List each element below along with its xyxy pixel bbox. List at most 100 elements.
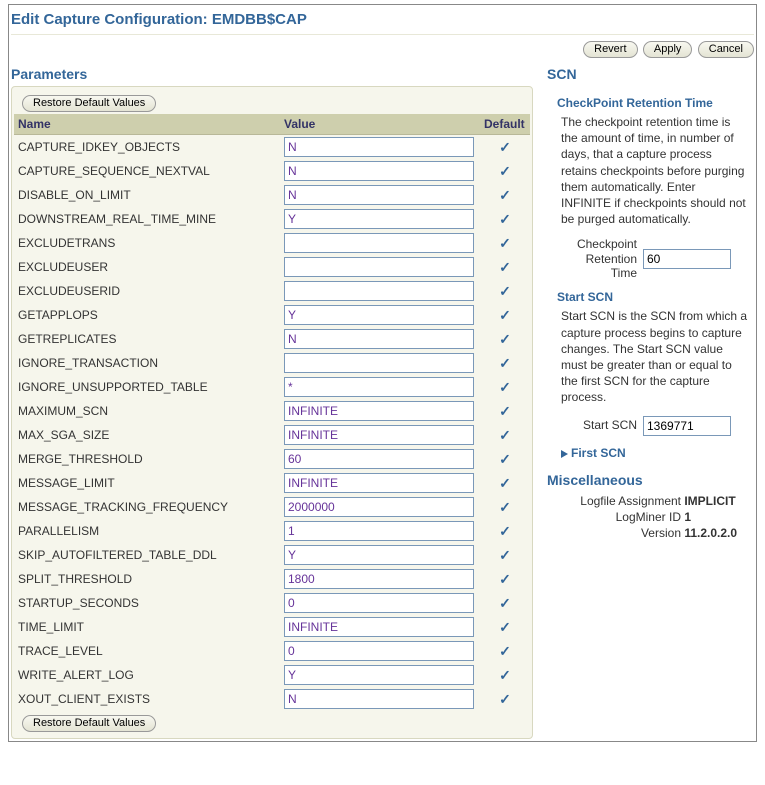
param-name: SKIP_AUTOFILTERED_TABLE_DDL: [14, 543, 280, 567]
param-value-input[interactable]: [284, 569, 474, 589]
table-row: IGNORE_UNSUPPORTED_TABLE✓: [14, 375, 530, 399]
check-icon: ✓: [499, 427, 511, 443]
revert-button[interactable]: Revert: [583, 41, 637, 58]
param-value-input[interactable]: [284, 281, 474, 301]
param-value-input[interactable]: [284, 665, 474, 685]
check-icon: ✓: [499, 307, 511, 323]
apply-button[interactable]: Apply: [643, 41, 693, 58]
col-value-header: Value: [280, 114, 480, 135]
table-row: MERGE_THRESHOLD ✓: [14, 447, 530, 471]
check-icon: ✓: [499, 187, 511, 203]
param-value-input[interactable]: [284, 209, 474, 229]
param-value-input[interactable]: [284, 329, 474, 349]
param-name: MERGE_THRESHOLD: [14, 447, 280, 471]
param-name: EXCLUDEUSERID: [14, 279, 280, 303]
param-name: CAPTURE_SEQUENCE_NEXTVAL: [14, 159, 280, 183]
check-icon: ✓: [499, 139, 511, 155]
param-name: MESSAGE_LIMIT: [14, 471, 280, 495]
param-value-input[interactable]: [284, 521, 474, 541]
param-value-input[interactable]: [284, 593, 474, 613]
check-icon: ✓: [499, 403, 511, 419]
table-row: DISABLE_ON_LIMIT ✓: [14, 183, 530, 207]
table-row: EXCLUDEUSER✓: [14, 255, 530, 279]
param-value-input[interactable]: [284, 137, 474, 157]
table-row: EXCLUDEUSERID ✓: [14, 279, 530, 303]
table-row: SKIP_AUTOFILTERED_TABLE_DDL ✓: [14, 543, 530, 567]
param-value-input[interactable]: [284, 305, 474, 325]
table-row: IGNORE_TRANSACTION✓: [14, 351, 530, 375]
table-row: XOUT_CLIENT_EXISTS ✓: [14, 687, 530, 711]
table-row: GETAPPLOPS ✓: [14, 303, 530, 327]
param-value-input[interactable]: [284, 401, 474, 421]
param-name: DISABLE_ON_LIMIT: [14, 183, 280, 207]
startscn-desc: Start SCN is the SCN from which a captur…: [547, 308, 754, 411]
param-name: GETAPPLOPS: [14, 303, 280, 327]
param-name: XOUT_CLIENT_EXISTS: [14, 687, 280, 711]
first-scn-link[interactable]: First SCN: [547, 446, 754, 460]
param-name: TRACE_LEVEL: [14, 639, 280, 663]
param-value-input[interactable]: [284, 641, 474, 661]
param-value-input[interactable]: [284, 353, 474, 373]
check-icon: ✓: [499, 547, 511, 563]
table-row: SPLIT_THRESHOLD✓: [14, 567, 530, 591]
param-name: CAPTURE_IDKEY_OBJECTS: [14, 135, 280, 160]
check-icon: ✓: [499, 211, 511, 227]
page-title: Edit Capture Configuration: EMDBB$CAP: [11, 7, 754, 35]
start-scn-input[interactable]: [643, 416, 731, 436]
table-row: MAXIMUM_SCN ✓: [14, 399, 530, 423]
param-name: TIME_LIMIT: [14, 615, 280, 639]
table-row: EXCLUDETRANS✓: [14, 231, 530, 255]
logfile-row: Logfile Assignment IMPLICIT: [547, 494, 754, 508]
table-row: DOWNSTREAM_REAL_TIME_MINE ✓: [14, 207, 530, 231]
param-name: STARTUP_SECONDS: [14, 591, 280, 615]
table-row: STARTUP_SECONDS ✓: [14, 591, 530, 615]
check-icon: ✓: [499, 451, 511, 467]
param-value-input[interactable]: [284, 689, 474, 709]
table-row: TRACE_LEVEL✓: [14, 639, 530, 663]
check-icon: ✓: [499, 619, 511, 635]
param-value-input[interactable]: [284, 449, 474, 469]
table-row: TIME_LIMIT ✓: [14, 615, 530, 639]
table-row: PARALLELISM ✓: [14, 519, 530, 543]
check-icon: ✓: [499, 475, 511, 491]
param-name: WRITE_ALERT_LOG: [14, 663, 280, 687]
table-row: GETREPLICATES ✓: [14, 327, 530, 351]
param-value-input[interactable]: [284, 377, 474, 397]
check-icon: ✓: [499, 595, 511, 611]
parameters-heading: Parameters: [11, 64, 533, 86]
startscn-heading: Start SCN: [547, 290, 754, 308]
param-value-input[interactable]: [284, 497, 474, 517]
restore-defaults-top-button[interactable]: Restore Default Values: [22, 95, 156, 112]
check-icon: ✓: [499, 499, 511, 515]
param-name: PARALLELISM: [14, 519, 280, 543]
param-value-input[interactable]: [284, 233, 474, 253]
param-value-input[interactable]: [284, 257, 474, 277]
param-name: IGNORE_TRANSACTION: [14, 351, 280, 375]
param-value-input[interactable]: [284, 161, 474, 181]
checkpoint-heading: CheckPoint Retention Time: [547, 96, 754, 114]
param-value-input[interactable]: [284, 425, 474, 445]
param-value-input[interactable]: [284, 617, 474, 637]
restore-defaults-bottom-button[interactable]: Restore Default Values: [22, 715, 156, 732]
cancel-button[interactable]: Cancel: [698, 41, 754, 58]
top-button-bar: Revert Apply Cancel: [11, 39, 754, 64]
checkpoint-retention-input[interactable]: [643, 249, 731, 269]
check-icon: ✓: [499, 667, 511, 683]
col-default-header: Default: [480, 114, 530, 135]
param-value-input[interactable]: [284, 473, 474, 493]
check-icon: ✓: [499, 283, 511, 299]
check-icon: ✓: [499, 691, 511, 707]
table-row: CAPTURE_IDKEY_OBJECTS ✓: [14, 135, 530, 160]
checkpoint-desc: The checkpoint retention time is the amo…: [547, 114, 754, 233]
param-value-input[interactable]: [284, 185, 474, 205]
param-name: DOWNSTREAM_REAL_TIME_MINE: [14, 207, 280, 231]
scn-heading: SCN: [547, 64, 754, 86]
param-value-input[interactable]: [284, 545, 474, 565]
param-name: MESSAGE_TRACKING_FREQUENCY: [14, 495, 280, 519]
check-icon: ✓: [499, 331, 511, 347]
logminer-row: LogMiner ID 1: [547, 510, 754, 524]
param-name: GETREPLICATES: [14, 327, 280, 351]
check-icon: ✓: [499, 523, 511, 539]
param-name: MAXIMUM_SCN: [14, 399, 280, 423]
table-row: MAX_SGA_SIZE✓: [14, 423, 530, 447]
